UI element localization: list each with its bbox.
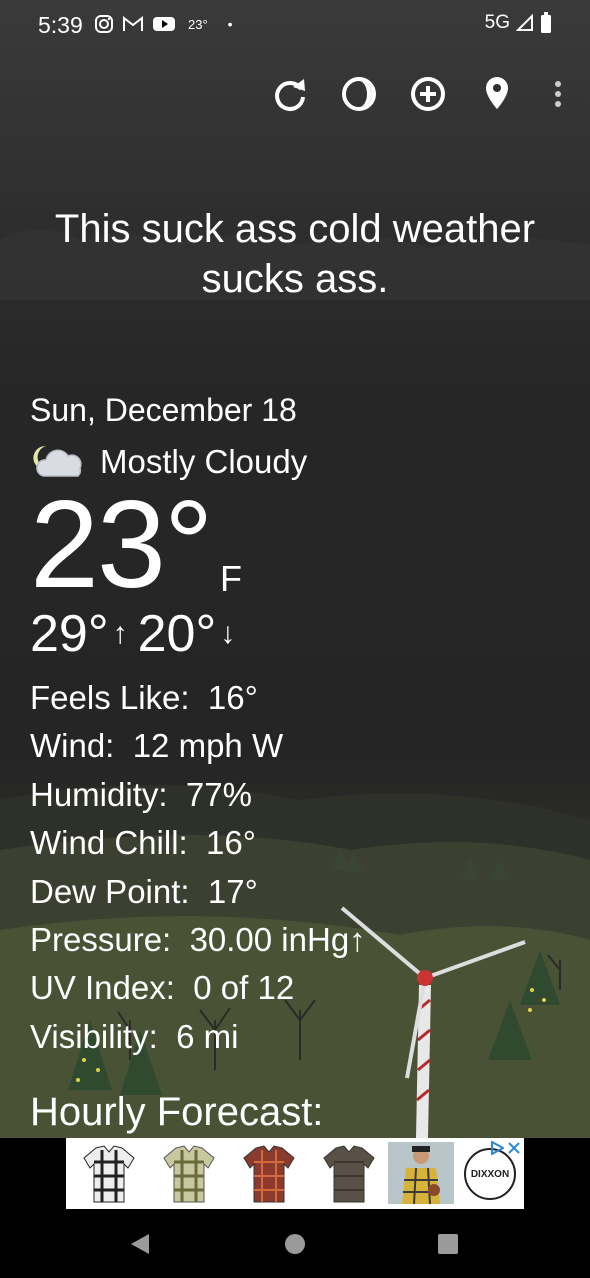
high-low-row: 29° ↑ 20° ↓ (30, 604, 245, 664)
detail-humidity: Humidity: 77% (30, 771, 366, 819)
recents-button[interactable] (431, 1227, 465, 1261)
brand-logo[interactable]: DIXXON (464, 1148, 516, 1200)
theme-button[interactable] (337, 72, 381, 116)
headline-text: This suck ass cold weather sucks ass. (54, 207, 536, 301)
detail-dew-point: Dew Point: 17° (30, 868, 366, 916)
gmail-icon (123, 15, 143, 31)
detail-label: Pressure: (30, 921, 172, 959)
hourly-forecast-heading: Hourly Forecast: (30, 1090, 324, 1134)
system-icons: 5G (485, 12, 552, 34)
location-pin-icon (486, 77, 508, 109)
network-label: 5G (484, 12, 510, 33)
toolbar (0, 72, 590, 118)
refresh-icon (275, 79, 305, 111)
low-arrow-icon: ↓ (220, 617, 236, 650)
detail-value: 16° (206, 824, 256, 862)
detail-wind-chill: Wind Chill: 16° (30, 819, 366, 867)
more-options-button[interactable] (536, 72, 580, 116)
current-date: Sun, December 18 (30, 392, 297, 428)
ad-banner[interactable]: DIXXON (66, 1138, 524, 1209)
signal-icon (516, 14, 533, 31)
status-temp: 23° (188, 16, 208, 32)
refresh-button[interactable] (268, 72, 312, 116)
detail-value: 17° (207, 872, 258, 910)
ad-choices-icon[interactable] (490, 1141, 504, 1155)
detail-wind: Wind: 12 mph W (30, 722, 366, 770)
status-time: 5:39 (38, 12, 83, 38)
detail-value: 0 of 12 (193, 969, 295, 1007)
current-temp: 23° (30, 476, 214, 614)
ad-choices[interactable] (490, 1141, 520, 1155)
detail-label: Wind: (30, 727, 115, 765)
detail-label: Wind Chill: (30, 824, 188, 862)
theme-icon (342, 77, 376, 111)
detail-label: Visibility: (30, 1017, 158, 1055)
back-icon (131, 1234, 149, 1254)
location-button[interactable] (475, 72, 519, 116)
notification-icons: 23° • (94, 14, 233, 34)
add-location-icon (411, 77, 445, 111)
detail-value: 16° (207, 679, 258, 716)
detail-value: 77% (185, 775, 252, 813)
brand-logo-text: DIXXON (470, 1168, 510, 1180)
status-dot: • (227, 16, 233, 32)
navigation-bar (0, 1209, 590, 1278)
instagram-icon (95, 15, 113, 33)
add-location-button[interactable] (406, 72, 450, 116)
ad-shirt-image[interactable] (238, 1142, 300, 1204)
ad-shirt-image[interactable] (78, 1142, 140, 1204)
detail-pressure: Pressure: 30.00 inHg↑ (30, 916, 366, 964)
detail-feels-like: Feels Like: 16° (30, 674, 366, 722)
home-icon (285, 1234, 305, 1254)
youtube-icon (153, 17, 175, 31)
detail-label: Dew Point: (30, 872, 190, 910)
detail-visibility: Visibility: 6 mi (30, 1013, 366, 1061)
back-button[interactable] (123, 1227, 157, 1261)
low-temp: 20° (137, 605, 217, 663)
weather-screen: 5:39 23° • 5G This suck ass cold weather… (0, 0, 590, 1138)
detail-label: UV Index: (30, 969, 175, 1007)
recents-icon (438, 1234, 458, 1254)
high-arrow-icon: ↑ (112, 617, 128, 650)
detail-label: Feels Like: (30, 679, 190, 716)
more-vert-icon (555, 81, 561, 107)
close-ad-icon[interactable] (508, 1142, 520, 1154)
detail-uv-index: UV Index: 0 of 12 (30, 964, 366, 1012)
detail-value: 12 mph W (132, 727, 284, 765)
status-bar: 5:39 23° • 5G (0, 0, 590, 52)
detail-label: Humidity: (30, 775, 168, 813)
ad-shirt-image[interactable] (158, 1142, 220, 1204)
detail-value: 30.00 inHg↑ (189, 921, 366, 959)
detail-value: 6 mi (176, 1017, 239, 1055)
battery-icon (541, 12, 551, 33)
ad-model-image[interactable] (388, 1142, 454, 1204)
details-list: Feels Like: 16° Wind: 12 mph W Humidity:… (30, 674, 366, 1061)
temp-unit: F (220, 558, 242, 599)
home-button[interactable] (278, 1227, 312, 1261)
high-temp: 29° (30, 605, 109, 663)
ad-shirt-image[interactable] (318, 1142, 380, 1204)
